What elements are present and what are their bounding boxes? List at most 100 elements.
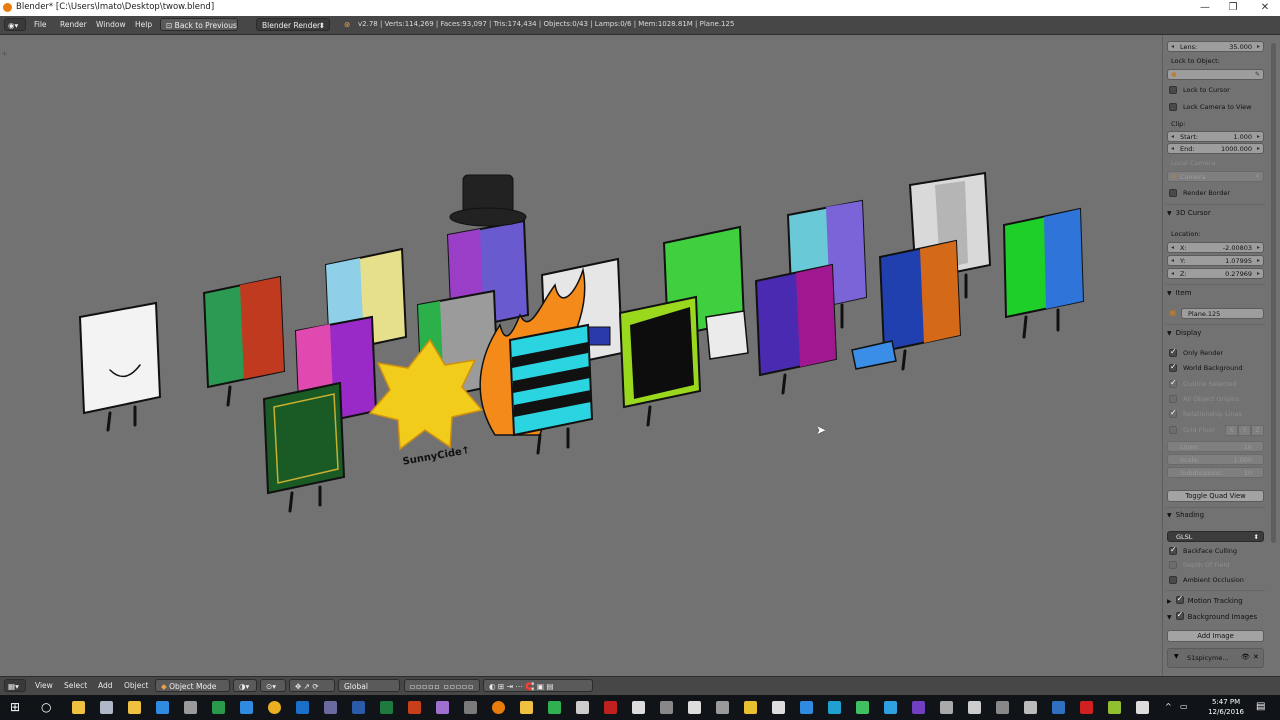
app-icon[interactable]	[212, 701, 225, 714]
increment-icon[interactable]: ▸	[1257, 256, 1260, 266]
search-icon[interactable]: ○	[41, 700, 51, 714]
toolshelf-toggle-icon[interactable]: +	[1, 49, 8, 58]
edge-icon[interactable]	[240, 701, 253, 714]
display-section-header[interactable]: ▼ Display	[1167, 329, 1267, 337]
app-icon[interactable]	[1080, 701, 1093, 714]
object-mode-select[interactable]: ◆ Object Mode	[155, 679, 230, 692]
app-icon[interactable]	[520, 701, 533, 714]
increment-icon[interactable]: ▸	[1257, 42, 1260, 52]
app-icon[interactable]	[884, 701, 897, 714]
item-name-field[interactable]: Plane.125	[1181, 308, 1264, 319]
lock-to-object-field[interactable]: ▣ ✎	[1167, 69, 1264, 80]
network-icon[interactable]: ▭	[1180, 702, 1188, 711]
decrement-icon[interactable]: ◂	[1171, 132, 1174, 142]
lock-camera-to-view-checkbox[interactable]	[1169, 103, 1177, 111]
menu-view[interactable]: View	[35, 681, 53, 690]
render-border-checkbox[interactable]	[1169, 189, 1177, 197]
app-icon[interactable]	[324, 701, 337, 714]
menu-help[interactable]: Help	[135, 20, 152, 29]
only-render-checkbox[interactable]	[1169, 347, 1177, 357]
app-icon[interactable]	[996, 701, 1009, 714]
layer-buttons[interactable]: ▫▫▫▫▫ ▫▫▫▫▫	[404, 679, 480, 692]
background-images-checkbox[interactable]	[1175, 610, 1184, 620]
xbox-icon[interactable]	[688, 701, 701, 714]
app-icon[interactable]	[576, 701, 589, 714]
menu-select[interactable]: Select	[64, 681, 87, 690]
app-icon[interactable]	[156, 701, 169, 714]
app-icon[interactable]	[1052, 701, 1065, 714]
minimize-icon[interactable]: —	[1190, 0, 1220, 16]
powerpoint-icon[interactable]	[408, 701, 421, 714]
menu-object[interactable]: Object	[124, 681, 148, 690]
panel-scrollbar[interactable]	[1271, 43, 1276, 543]
cursor-x-field[interactable]: ◂ X: -2.00803 ▸	[1167, 242, 1264, 253]
close-icon[interactable]: ✕	[1250, 0, 1280, 16]
backface-culling-checkbox[interactable]	[1169, 545, 1177, 555]
app-icon[interactable]	[800, 701, 813, 714]
cursor-y-field[interactable]: ◂ Y: 1.07995 ▸	[1167, 255, 1264, 266]
app-icon[interactable]	[1024, 701, 1037, 714]
app-icon[interactable]	[968, 701, 981, 714]
pivot-point-select[interactable]: ⊙▾	[260, 679, 286, 692]
decrement-icon[interactable]: ◂	[1171, 42, 1174, 52]
app-icon[interactable]	[436, 701, 449, 714]
word-icon[interactable]	[352, 701, 365, 714]
3d-cursor-section-header[interactable]: ▼ 3D Cursor	[1167, 209, 1267, 217]
app-icon[interactable]	[660, 701, 673, 714]
app-icon[interactable]	[548, 701, 561, 714]
motion-tracking-section-header[interactable]: ▶ Motion Tracking	[1167, 594, 1267, 605]
lens-field[interactable]: ◂ Lens: 35.000 ▸	[1167, 41, 1264, 52]
shading-section-header[interactable]: ▼ Shading	[1167, 511, 1267, 519]
background-image-entry[interactable]: ▼ S1spicyme... 👁 ✕	[1167, 648, 1264, 668]
outlook-icon[interactable]	[296, 701, 309, 714]
toggle-quad-view-button[interactable]: Toggle Quad View	[1167, 490, 1264, 502]
menu-window[interactable]: Window	[96, 20, 126, 29]
menu-file[interactable]: File	[34, 20, 47, 29]
chrome-icon[interactable]	[268, 701, 281, 714]
shading-mode-select[interactable]: GLSL ⬍	[1167, 531, 1264, 542]
editor-type-icon[interactable]: ◉▾	[4, 18, 26, 31]
store-icon[interactable]	[100, 701, 113, 714]
maximize-icon[interactable]: ❐	[1218, 0, 1248, 16]
cursor-z-field[interactable]: ◂ Z: 0.27969 ▸	[1167, 268, 1264, 279]
eyedropper-icon[interactable]: ✎	[1255, 70, 1260, 80]
decrement-icon[interactable]: ◂	[1171, 243, 1174, 253]
viewport-shading-select[interactable]: ◑▾	[233, 679, 257, 692]
transform-orientation-select[interactable]: Global	[338, 679, 400, 692]
expand-triangle-icon[interactable]: ▼	[1174, 653, 1179, 660]
editor-type-icon[interactable]: ▦▾	[4, 679, 26, 692]
app-icon[interactable]	[828, 701, 841, 714]
app-icon[interactable]	[856, 701, 869, 714]
add-image-button[interactable]: Add Image	[1167, 630, 1264, 642]
app-icon[interactable]	[772, 701, 785, 714]
increment-icon[interactable]: ▸	[1257, 132, 1260, 142]
decrement-icon[interactable]: ◂	[1171, 269, 1174, 279]
increment-icon[interactable]: ▸	[1257, 243, 1260, 253]
folder-icon[interactable]	[128, 701, 141, 714]
render-engine-select[interactable]: Blender Render ⬍	[256, 18, 330, 31]
app-icon[interactable]	[604, 701, 617, 714]
remove-icon[interactable]: ✕	[1253, 653, 1259, 661]
menu-add[interactable]: Add	[98, 681, 113, 690]
increment-icon[interactable]: ▸	[1257, 144, 1260, 154]
app-icon[interactable]	[744, 701, 757, 714]
app-icon[interactable]	[184, 701, 197, 714]
menu-render[interactable]: Render	[60, 20, 87, 29]
world-background-checkbox[interactable]	[1169, 362, 1177, 372]
unreal-icon[interactable]	[632, 701, 645, 714]
start-icon[interactable]: ⊞	[10, 700, 20, 714]
notifications-icon[interactable]: ▤	[1256, 701, 1265, 712]
motion-tracking-checkbox[interactable]	[1175, 594, 1184, 604]
blender-taskbar-icon[interactable]	[492, 701, 505, 714]
clip-start-field[interactable]: ◂ Start: 1.000 ▸	[1167, 131, 1264, 142]
snapping-and-render-tools[interactable]: ◐ ⊞ ⇥ ⋯ 🧲 ▣ ▤	[483, 679, 593, 692]
eye-icon[interactable]	[1136, 701, 1149, 714]
3d-viewport[interactable]: + SunnyCide↑ ➤	[0, 35, 1162, 676]
ambient-occlusion-checkbox[interactable]	[1169, 576, 1177, 584]
app-icon[interactable]	[1108, 701, 1121, 714]
decrement-icon[interactable]: ◂	[1171, 256, 1174, 266]
app-icon[interactable]	[716, 701, 729, 714]
background-images-section-header[interactable]: ▼ Background Images	[1167, 610, 1267, 621]
decrement-icon[interactable]: ◂	[1171, 144, 1174, 154]
eye-icon[interactable]: 👁	[1241, 653, 1250, 661]
